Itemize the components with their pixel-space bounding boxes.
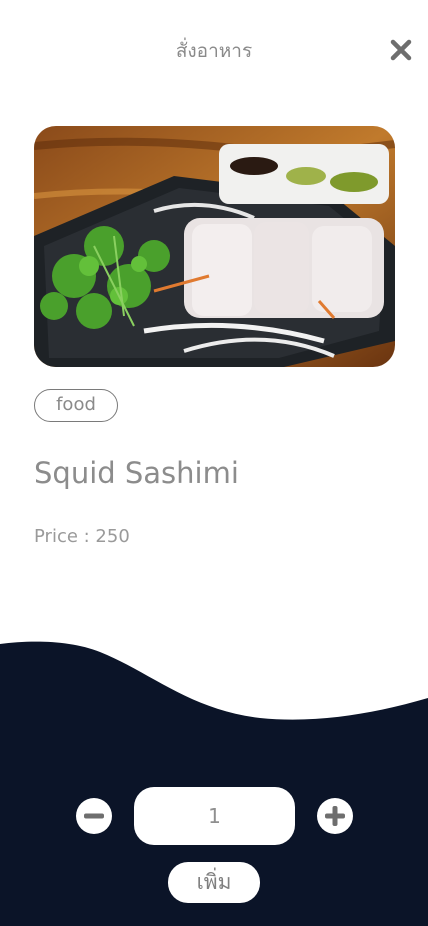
- minus-circle-icon: [76, 798, 112, 834]
- food-image: [34, 126, 395, 367]
- add-to-order-button[interactable]: เพิ่ม: [168, 862, 260, 903]
- price-label: Price :: [34, 526, 96, 547]
- item-name: Squid Sashimi: [34, 456, 239, 490]
- close-icon: [390, 39, 412, 61]
- category-tag: food: [34, 389, 118, 422]
- quantity-input[interactable]: [134, 787, 295, 845]
- header: สั่งอาหาร: [0, 0, 428, 100]
- price-value: 250: [95, 526, 130, 547]
- decrease-quantity-button[interactable]: [76, 798, 112, 834]
- close-button[interactable]: [388, 37, 414, 63]
- page-title: สั่งอาหาร: [175, 40, 253, 62]
- item-price: Price : 250: [34, 526, 130, 547]
- increase-quantity-button[interactable]: [317, 798, 353, 834]
- plus-circle-icon: [317, 798, 353, 834]
